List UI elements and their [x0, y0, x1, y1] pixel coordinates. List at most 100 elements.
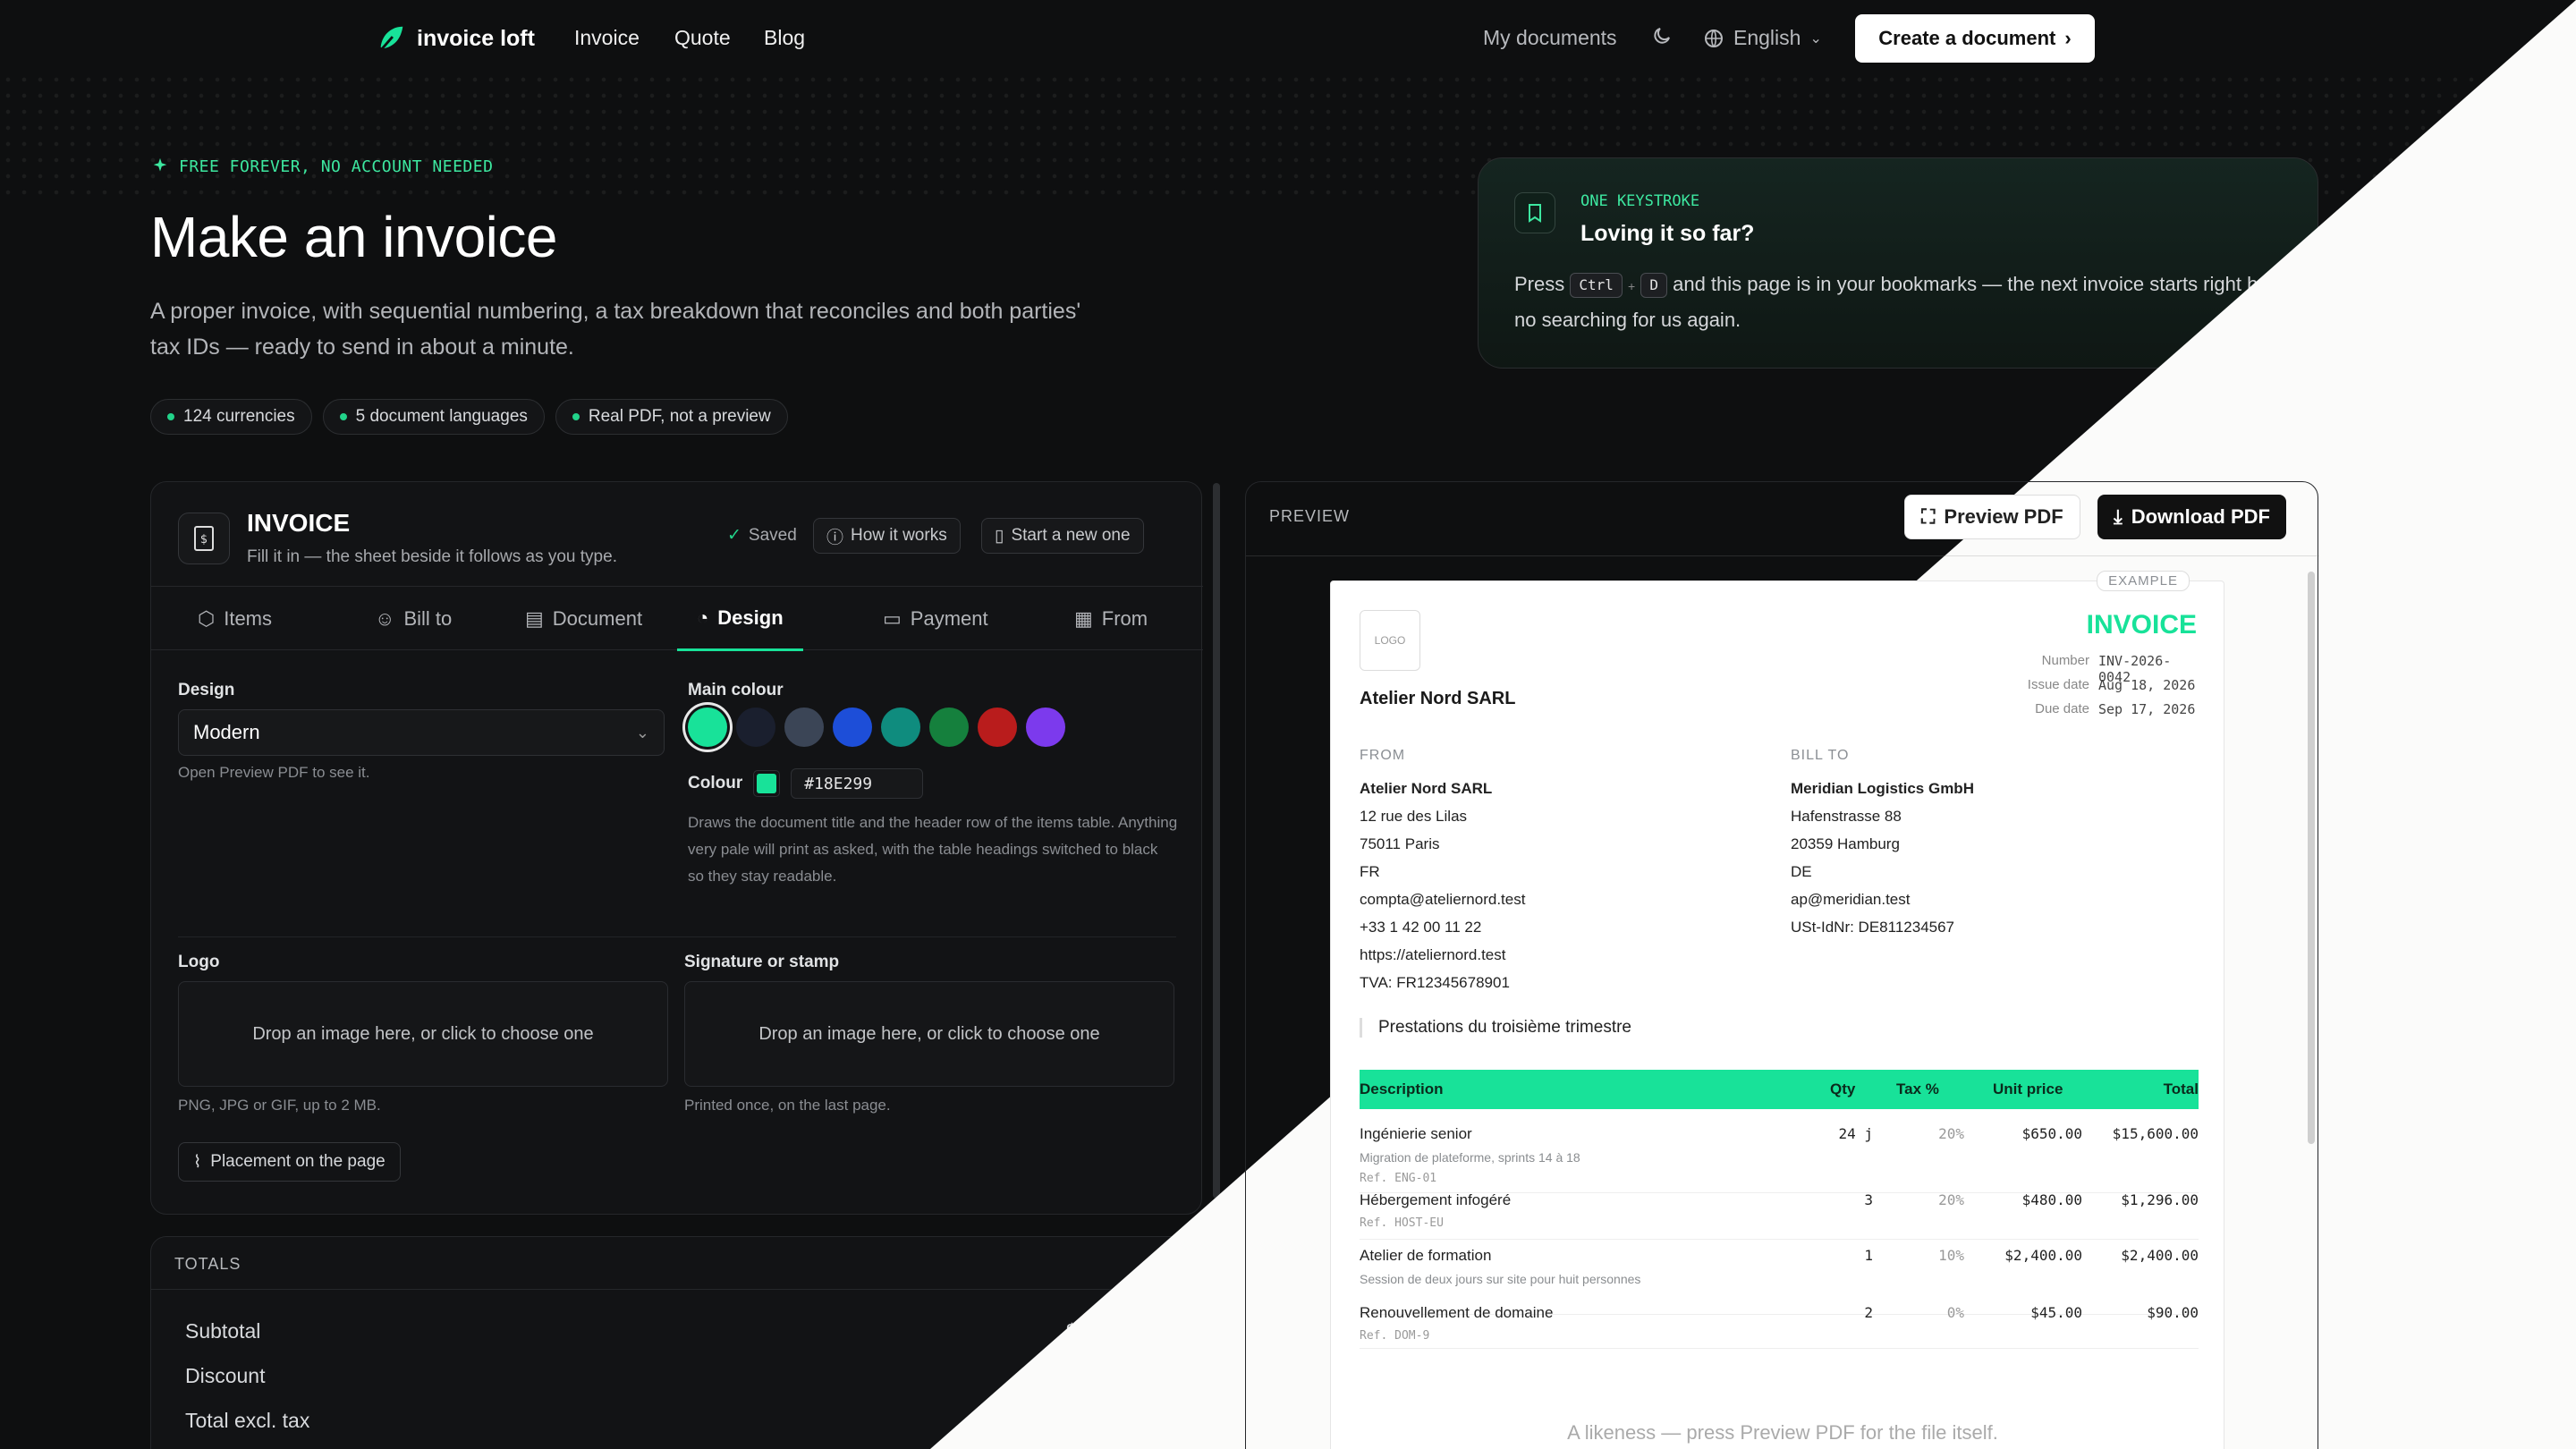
item-qty: 2 — [1864, 1304, 1873, 1321]
table-row: Hébergement infogéré Ref. HOST-EU 3 20% $480… — [1360, 1182, 2199, 1240]
svg-text:$: $ — [200, 533, 208, 547]
address-line: ap@meridian.test — [1791, 891, 1911, 908]
preview-panel: PREVIEW ⛶ Preview PDF ⤓ Download PDF EXAMP… — [1245, 481, 2319, 1449]
col-qty: Qty — [1830, 1080, 1856, 1097]
item-qty: 24 j — [1838, 1125, 1873, 1142]
tab-bill-to[interactable]: ☺ Bill to — [375, 587, 452, 651]
preview-pdf-button[interactable]: ⛶ Preview PDF — [1904, 495, 2080, 539]
divider — [178, 936, 1176, 937]
colour-swatch[interactable] — [929, 708, 969, 747]
colour-chip — [757, 774, 777, 793]
colour-swatch[interactable] — [736, 708, 775, 747]
colour-swatch[interactable] — [833, 708, 872, 747]
placement-button[interactable]: ⌇ Placement on the page — [178, 1142, 401, 1182]
bill-to-address: Meridian Logistics GmbH Hafenstrasse 88 20… — [1791, 775, 1974, 941]
table-row: Renouvellement de domaine Ref. DOM-9 2 0% $4… — [1360, 1295, 2199, 1349]
check-icon: ✓ — [727, 526, 741, 545]
status-dot — [339, 413, 347, 420]
chip-label: 124 currencies — [183, 407, 295, 426]
bookmark-text-before: Press — [1514, 273, 1565, 295]
colour-swatches — [688, 708, 1065, 747]
language-label: English — [1733, 26, 1801, 49]
tab-document[interactable]: ▤ Document — [525, 587, 642, 651]
my-documents-link[interactable]: My documents — [1483, 26, 1617, 50]
item-unit-price: $45.00 — [2030, 1304, 2082, 1321]
bill-to-heading: BILL TO — [1791, 748, 1850, 763]
totals-label: Total excl. tax — [185, 1409, 310, 1432]
expand-icon: ⛶ — [1921, 505, 1936, 528]
preview-scrollbar[interactable] — [2308, 572, 2315, 1144]
saved-status: ✓ Saved — [727, 525, 797, 546]
palette-icon: ◔ — [697, 606, 709, 629]
language-select[interactable]: English ⌄ — [1703, 26, 1822, 50]
meta-value: Sep 17, 2026 — [2098, 701, 2196, 717]
tab-items[interactable]: ⬡ Items — [198, 587, 272, 651]
totals-value: – $969.30 — [1077, 1364, 1169, 1387]
item-unit-price: $2,400.00 — [2004, 1247, 2082, 1264]
nav-blog[interactable]: Blog — [764, 26, 805, 50]
editor-scrollbar[interactable] — [1213, 483, 1220, 1199]
col-description: Description — [1360, 1080, 1444, 1097]
tab-payment[interactable]: ▭ Payment — [883, 587, 988, 651]
colour-swatch[interactable] — [784, 708, 824, 747]
preview-pdf-label: Preview PDF — [1944, 505, 2063, 528]
nav-quote[interactable]: Quote — [674, 26, 731, 50]
chevron-down-icon: ⌄ — [1809, 30, 1822, 47]
colour-help: Draws the document title and the header … — [688, 814, 1178, 885]
address-line: 20359 Hamburg — [1791, 835, 1900, 852]
colour-swatch[interactable] — [978, 708, 1017, 747]
bookmark-text: Press Ctrl + D and this page is in your … — [1514, 267, 2292, 337]
invoice-title: INVOICE — [2086, 610, 2197, 640]
chevron-right-icon: › — [2064, 27, 2072, 49]
theme-toggle-moon-icon[interactable] — [1651, 25, 1673, 52]
chip-label: Real PDF, not a preview — [588, 407, 771, 426]
main-colour-label: Main colour — [688, 681, 784, 699]
bookmark-title: Loving it so far? — [1580, 221, 1755, 246]
create-document-button[interactable]: Create a document › — [1855, 14, 2095, 63]
colour-hex-input[interactable]: #18E299 — [791, 768, 924, 799]
start-new-button[interactable]: ▯ Start a new one — [981, 518, 1144, 554]
address-line: Hafenstrasse 88 — [1791, 808, 1902, 825]
logo-help: PNG, JPG or GIF, up to 2 MB. — [178, 1097, 381, 1114]
invoice-document-icon: $ — [178, 513, 230, 564]
colour-swatch[interactable] — [1026, 708, 1065, 747]
tab-from[interactable]: ▦ From — [1074, 587, 1148, 651]
bookmark-kicker: ONE KEYSTROKE — [1580, 192, 1700, 210]
download-pdf-button[interactable]: ⤓ Download PDF — [2097, 495, 2286, 539]
address-line: 75011 Paris — [1360, 835, 1440, 852]
brand-name: invoice loft — [417, 25, 535, 51]
totals-row: Total excl. tax $18,416.70 — [185, 1409, 1169, 1433]
totals-row: Subtotal $19,386.00 — [185, 1319, 1169, 1343]
tab-design[interactable]: ◔ Design — [677, 587, 803, 651]
nav-invoice[interactable]: Invoice — [574, 26, 640, 50]
items-table-header: Description Qty Tax % Unit price Total — [1360, 1070, 2199, 1109]
colour-picker[interactable] — [753, 770, 781, 797]
globe-icon — [1705, 29, 1723, 47]
colour-swatch[interactable] — [881, 708, 920, 747]
item-qty: 3 — [1864, 1191, 1873, 1208]
create-document-label: Create a document — [1878, 27, 2056, 49]
colour-swatch[interactable] — [688, 708, 727, 747]
chip-label: 5 document languages — [355, 407, 528, 426]
signature-dropzone[interactable]: Drop an image here, or click to choose o… — [684, 981, 1174, 1087]
top-nav: invoice loft Invoice Quote Blog My docum… — [0, 0, 2576, 77]
example-badge: EXAMPLE — [2097, 571, 2190, 591]
saved-label: Saved — [748, 525, 797, 545]
logo-label: Logo — [178, 953, 220, 971]
logo-dropzone[interactable]: Drop an image here, or click to choose o… — [178, 981, 668, 1087]
item-qty: 1 — [1864, 1247, 1873, 1264]
design-select[interactable]: Modern ⌄ — [178, 709, 665, 756]
eyebrow: FREE FOREVER, NO ACCOUNT NEEDED — [150, 157, 493, 176]
placement-label: Placement on the page — [210, 1152, 386, 1171]
plus-sign: + — [1628, 279, 1636, 293]
address-line: FR — [1360, 863, 1380, 880]
item-tax: 0% — [1946, 1304, 1964, 1321]
how-it-works-button[interactable]: ⓘ How it works — [813, 518, 961, 554]
tab-label: From — [1101, 607, 1148, 630]
totals-value: $18,416.70 — [1065, 1409, 1169, 1432]
brand-logo[interactable]: invoice loft — [374, 21, 535, 55]
totals-card: TOTALS Subtotal $19,386.00 Discount – $969… — [150, 1236, 1203, 1449]
item-description: Migration de plateforme, sprints 14 à 18 — [1360, 1150, 1580, 1165]
start-new-label: Start a new one — [1011, 526, 1131, 545]
divider — [151, 1289, 1203, 1290]
